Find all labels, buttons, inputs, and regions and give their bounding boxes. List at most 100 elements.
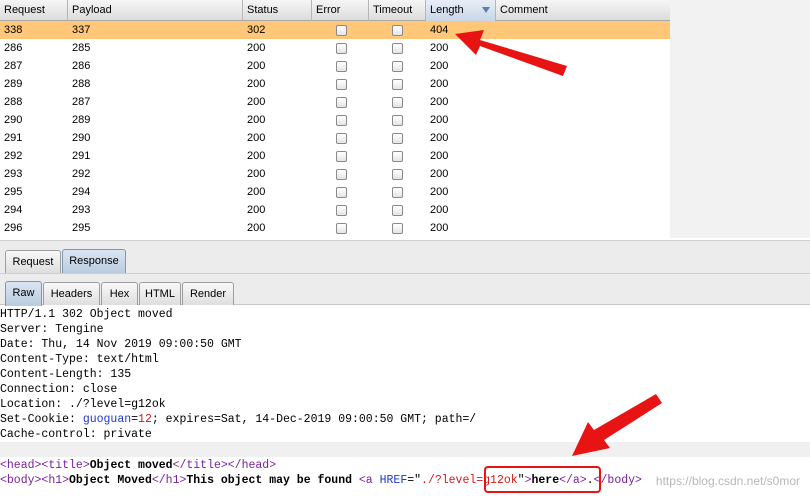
cell-length: 200: [430, 42, 449, 54]
error-checkbox[interactable]: [336, 25, 347, 36]
response-header-cache-control: Cache-control: private: [0, 428, 152, 441]
cell-status: 200: [247, 132, 266, 144]
error-checkbox[interactable]: [336, 223, 347, 234]
tab-html[interactable]: HTML: [139, 282, 181, 305]
table-row[interactable]: 294 293 200 200: [0, 201, 670, 219]
tab-render[interactable]: Render: [182, 282, 234, 305]
html-tag: <title>: [41, 459, 90, 472]
cell-status: 200: [247, 150, 266, 162]
table-row[interactable]: 295 294 200 200: [0, 183, 670, 201]
html-tag: <a: [358, 474, 373, 487]
table-row[interactable]: 287 286 200 200: [0, 57, 670, 75]
column-label: Payload: [72, 4, 112, 16]
error-checkbox[interactable]: [336, 187, 347, 198]
table-header: Request Payload Status Error Timeout Len…: [0, 0, 670, 21]
cell-payload: 337: [72, 24, 91, 36]
cell-request: 287: [4, 60, 23, 72]
error-checkbox[interactable]: [336, 97, 347, 108]
timeout-checkbox[interactable]: [392, 187, 403, 198]
error-checkbox[interactable]: [336, 61, 347, 72]
tab-response[interactable]: Response: [62, 249, 126, 274]
column-header-status[interactable]: Status: [243, 0, 312, 21]
table-row[interactable]: 288 287 200 200: [0, 93, 670, 111]
timeout-checkbox[interactable]: [392, 169, 403, 180]
cell-payload: 289: [72, 114, 91, 126]
table-row[interactable]: 292 291 200 200: [0, 147, 670, 165]
cell-payload: 286: [72, 60, 91, 72]
error-checkbox[interactable]: [336, 79, 347, 90]
table-row[interactable]: 338 337 302 404: [0, 21, 670, 39]
tab-headers[interactable]: Headers: [43, 282, 100, 305]
cell-request: 338: [4, 24, 23, 36]
cell-length: 200: [430, 60, 449, 72]
cell-length: 404: [430, 24, 449, 36]
timeout-checkbox[interactable]: [392, 97, 403, 108]
error-checkbox[interactable]: [336, 133, 347, 144]
error-checkbox[interactable]: [336, 205, 347, 216]
error-checkbox[interactable]: [336, 115, 347, 126]
cell-length: 200: [430, 150, 449, 162]
html-tag: </head>: [227, 459, 277, 472]
table-row[interactable]: 289 288 200 200: [0, 75, 670, 93]
tab-label: Raw: [12, 287, 35, 299]
timeout-checkbox[interactable]: [392, 115, 403, 126]
tab-label: HTML: [145, 288, 175, 300]
cell-status: 200: [247, 168, 266, 180]
body-text: This object may be found: [186, 474, 359, 487]
cell-status: 200: [247, 204, 266, 216]
response-header-content-type: Content-Type: text/html: [0, 353, 159, 366]
column-header-error[interactable]: Error: [312, 0, 369, 21]
timeout-checkbox[interactable]: [392, 133, 403, 144]
cell-request: 291: [4, 132, 23, 144]
html-tag: <body>: [0, 474, 42, 487]
attribute-equals: =": [407, 474, 422, 487]
tab-hex[interactable]: Hex: [101, 282, 138, 305]
cell-payload: 287: [72, 96, 91, 108]
table-row[interactable]: 293 292 200 200: [0, 165, 670, 183]
error-checkbox[interactable]: [336, 43, 347, 54]
html-tag: <head>: [0, 459, 42, 472]
column-header-length[interactable]: Length: [426, 0, 496, 21]
table-row[interactable]: 291 290 200 200: [0, 129, 670, 147]
raw-response-editor[interactable]: HTTP/1.1 302 Object moved Server: Tengin…: [0, 306, 810, 504]
cell-payload: 295: [72, 222, 91, 234]
table-row[interactable]: 296 295 200 200: [0, 219, 670, 237]
column-label: Status: [247, 4, 279, 16]
table-empty-area: [670, 0, 810, 238]
header-name: Set-Cookie:: [0, 413, 83, 426]
cookie-value: 12: [138, 413, 152, 426]
column-label: Request: [4, 4, 45, 16]
table-row[interactable]: 290 289 200 200: [0, 111, 670, 129]
timeout-checkbox[interactable]: [392, 223, 403, 234]
error-checkbox[interactable]: [336, 169, 347, 180]
cell-payload: 294: [72, 186, 91, 198]
cell-request: 290: [4, 114, 23, 126]
timeout-checkbox[interactable]: [392, 205, 403, 216]
response-header-connection: Connection: close: [0, 383, 118, 396]
timeout-checkbox[interactable]: [392, 79, 403, 90]
column-header-payload[interactable]: Payload: [68, 0, 243, 21]
tab-label: Request: [12, 256, 54, 268]
table-row[interactable]: 286 285 200 200: [0, 39, 670, 57]
watermark: https://blog.csdn.net/s0mor: [655, 474, 800, 488]
response-header-server: Server: Tengine: [0, 323, 104, 336]
cell-status: 302: [247, 24, 266, 36]
timeout-checkbox[interactable]: [392, 43, 403, 54]
cookie-equals: =: [131, 413, 139, 426]
column-header-comment[interactable]: Comment: [496, 0, 670, 21]
message-tab-bar: Request Response: [0, 240, 810, 274]
blank-line: [0, 442, 810, 457]
cell-request: 294: [4, 204, 23, 216]
html-tag: <h1>: [41, 474, 70, 487]
tab-request[interactable]: Request: [5, 250, 61, 273]
column-header-request[interactable]: Request: [0, 0, 68, 21]
timeout-checkbox[interactable]: [392, 61, 403, 72]
cell-request: 289: [4, 78, 23, 90]
column-header-timeout[interactable]: Timeout: [369, 0, 426, 21]
column-label: Error: [316, 4, 341, 16]
tab-raw[interactable]: Raw: [5, 281, 42, 306]
timeout-checkbox[interactable]: [392, 151, 403, 162]
html-tag: </h1>: [151, 474, 187, 487]
error-checkbox[interactable]: [336, 151, 347, 162]
timeout-checkbox[interactable]: [392, 25, 403, 36]
